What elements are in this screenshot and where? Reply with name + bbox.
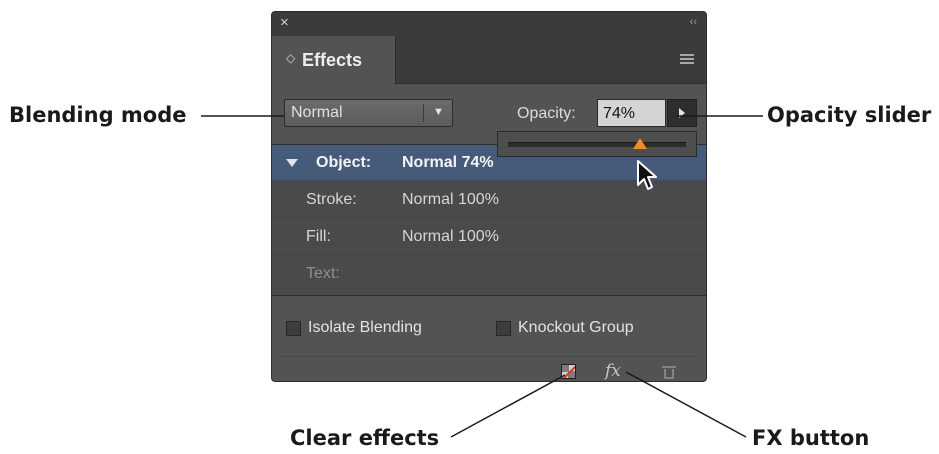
panel-menu-icon[interactable] xyxy=(680,54,694,64)
leader-clear-effects xyxy=(450,374,566,438)
opacity-slider-popup xyxy=(497,131,697,157)
dropdown-separator xyxy=(423,104,424,122)
mouse-pointer-icon xyxy=(637,160,657,190)
chevron-down-icon: ▼ xyxy=(433,106,444,118)
opacity-input[interactable]: 74% xyxy=(597,99,666,127)
effects-row-label: Text: xyxy=(306,265,340,282)
close-icon[interactable]: × xyxy=(280,14,289,31)
effects-row-label: Object: xyxy=(316,154,372,171)
knockout-group-checkbox[interactable] xyxy=(496,321,511,336)
effects-row-value: Normal 100% xyxy=(402,228,499,245)
callout-blending-mode: Blending mode xyxy=(9,103,187,127)
trash-icon[interactable] xyxy=(662,366,676,379)
tab-effects[interactable]: ◇ Effects xyxy=(272,36,396,85)
effects-row-value: Normal 100% xyxy=(402,191,499,208)
footer-divider xyxy=(280,356,698,357)
callout-fx-button: FX button xyxy=(752,426,870,450)
tab-expand-icon[interactable]: ◇ xyxy=(286,51,295,65)
blending-mode-value: Normal xyxy=(291,104,343,121)
opacity-slider-track[interactable] xyxy=(508,142,686,147)
effects-row-text[interactable]: Text: xyxy=(272,256,706,292)
collapse-panel-icon[interactable]: ‹‹ xyxy=(690,16,697,28)
opacity-label: Opacity: xyxy=(517,105,576,122)
expand-triangle-icon[interactable] xyxy=(286,159,298,167)
blending-mode-dropdown[interactable]: Normal ▼ xyxy=(284,99,453,127)
panel-titlebar: × ‹‹ xyxy=(272,12,706,36)
checkbox-row: Isolate Blending Knockout Group xyxy=(272,312,706,342)
opacity-slider-thumb[interactable] xyxy=(632,138,647,149)
isolate-blending-checkbox[interactable] xyxy=(286,321,301,336)
effects-panel: × ‹‹ ◇ Effects Normal ▼ Opacity: 74% Obj… xyxy=(271,11,707,382)
tab-effects-label: Effects xyxy=(302,50,363,70)
callout-opacity-slider: Opacity slider xyxy=(767,103,932,127)
effects-row-label: Fill: xyxy=(306,228,331,245)
effects-row-label: Stroke: xyxy=(306,191,357,208)
knockout-group-label: Knockout Group xyxy=(518,319,634,336)
callout-clear-effects: Clear effects xyxy=(290,426,440,450)
isolate-blending-label: Isolate Blending xyxy=(308,319,422,336)
effects-row-fill[interactable]: Fill: Normal 100% xyxy=(272,219,706,255)
clear-effects-icon[interactable] xyxy=(561,364,576,379)
panel-tabstrip: ◇ Effects xyxy=(272,36,706,85)
fx-icon[interactable]: fx xyxy=(605,361,621,381)
effects-row-value: Normal 74% xyxy=(402,154,494,171)
opacity-slider-toggle-button[interactable] xyxy=(667,99,697,127)
